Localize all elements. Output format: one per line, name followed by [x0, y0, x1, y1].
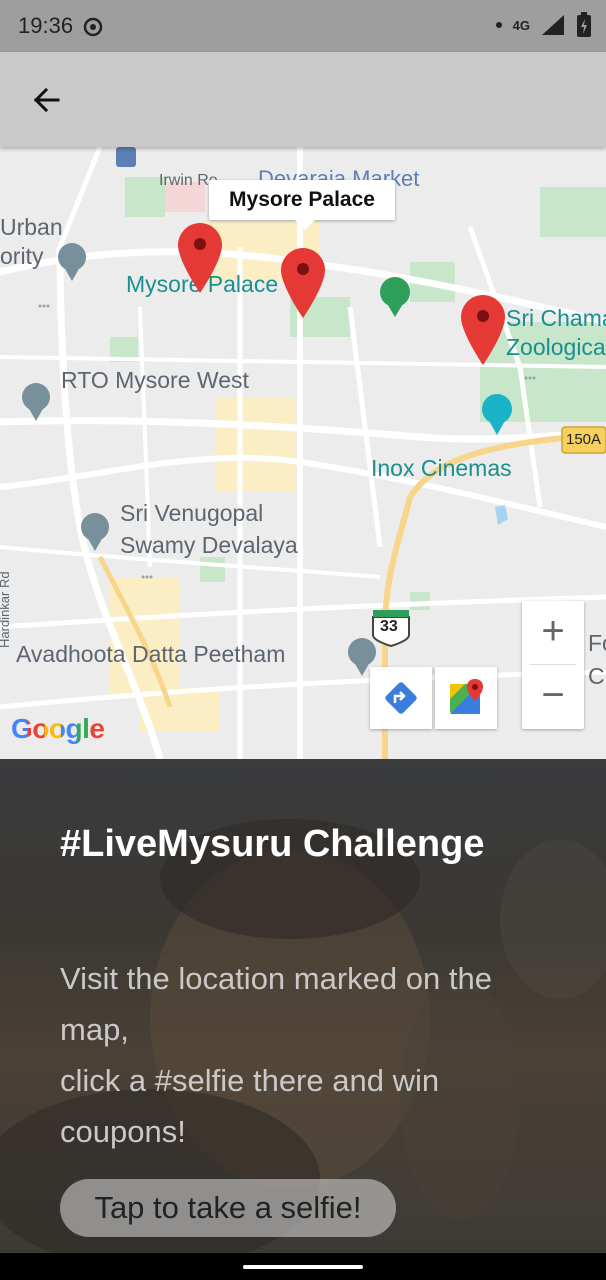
open-google-maps-button[interactable]: [435, 667, 497, 729]
directions-icon: [385, 682, 417, 714]
map-label-venugopal-2: Swamy Devalaya: [120, 532, 298, 558]
app-bar: [0, 52, 606, 147]
challenge-panel: #LiveMysuru Challenge Visit the location…: [0, 759, 606, 1253]
status-icons: 4G: [495, 12, 592, 38]
highway-33-label: 33: [380, 618, 398, 635]
map-pin-marker[interactable]: [461, 295, 505, 365]
zoom-controls: + −: [522, 601, 584, 729]
map-label-road-side: Hardinkar Rd: [0, 571, 12, 648]
status-bar: 19:36 4G: [0, 0, 606, 52]
challenge-title: #LiveMysuru Challenge: [60, 823, 485, 865]
map-pin-marker[interactable]: [281, 248, 325, 318]
directions-button[interactable]: [370, 667, 432, 729]
map-pin-marker[interactable]: [178, 223, 222, 293]
map-label-rto: RTO Mysore West: [61, 367, 249, 393]
home-indicator[interactable]: [243, 1265, 363, 1269]
map-label-zoo-1: Sri Chama: [506, 305, 606, 331]
status-time: 19:36: [18, 13, 74, 38]
take-selfie-button[interactable]: Tap to take a selfie!: [60, 1179, 396, 1237]
zoom-out-button[interactable]: −: [522, 665, 584, 728]
map-label-avadhoota: Avadhoota Datta Peetham: [16, 641, 286, 667]
map-label-zoo-2: Zoologica: [506, 334, 606, 360]
data-saver-icon: [83, 17, 103, 37]
map-label-edge-c: C: [588, 663, 605, 689]
map-label-urban: Urban: [0, 214, 63, 240]
dot-icon: [495, 22, 502, 28]
back-button[interactable]: [26, 79, 68, 121]
challenge-description: Visit the location marked on the map, cl…: [60, 961, 492, 1149]
map-view[interactable]: Irwin Ro Devaraja Market Urban ority Mys…: [0, 147, 606, 759]
navigation-bar: [0, 1253, 606, 1280]
map-label-inox: Inox Cinemas: [371, 455, 512, 481]
map-label-edge-fo: Fo: [588, 630, 606, 656]
google-logo: Google: [11, 713, 105, 745]
google-logo-text: Google: [11, 713, 105, 744]
zoom-in-button[interactable]: +: [522, 601, 584, 664]
battery-icon: [577, 12, 591, 37]
marker-info-window[interactable]: Mysore Palace: [209, 180, 395, 230]
google-maps-icon: [450, 679, 483, 714]
network-type: 4G: [512, 17, 530, 33]
arrow-back-icon: [33, 87, 60, 113]
signal-icon: [542, 15, 564, 35]
highway-150a-label: 150A: [566, 431, 602, 448]
map-label-authority: ority: [0, 243, 44, 269]
map-label-venugopal-1: Sri Venugopal: [120, 500, 264, 526]
